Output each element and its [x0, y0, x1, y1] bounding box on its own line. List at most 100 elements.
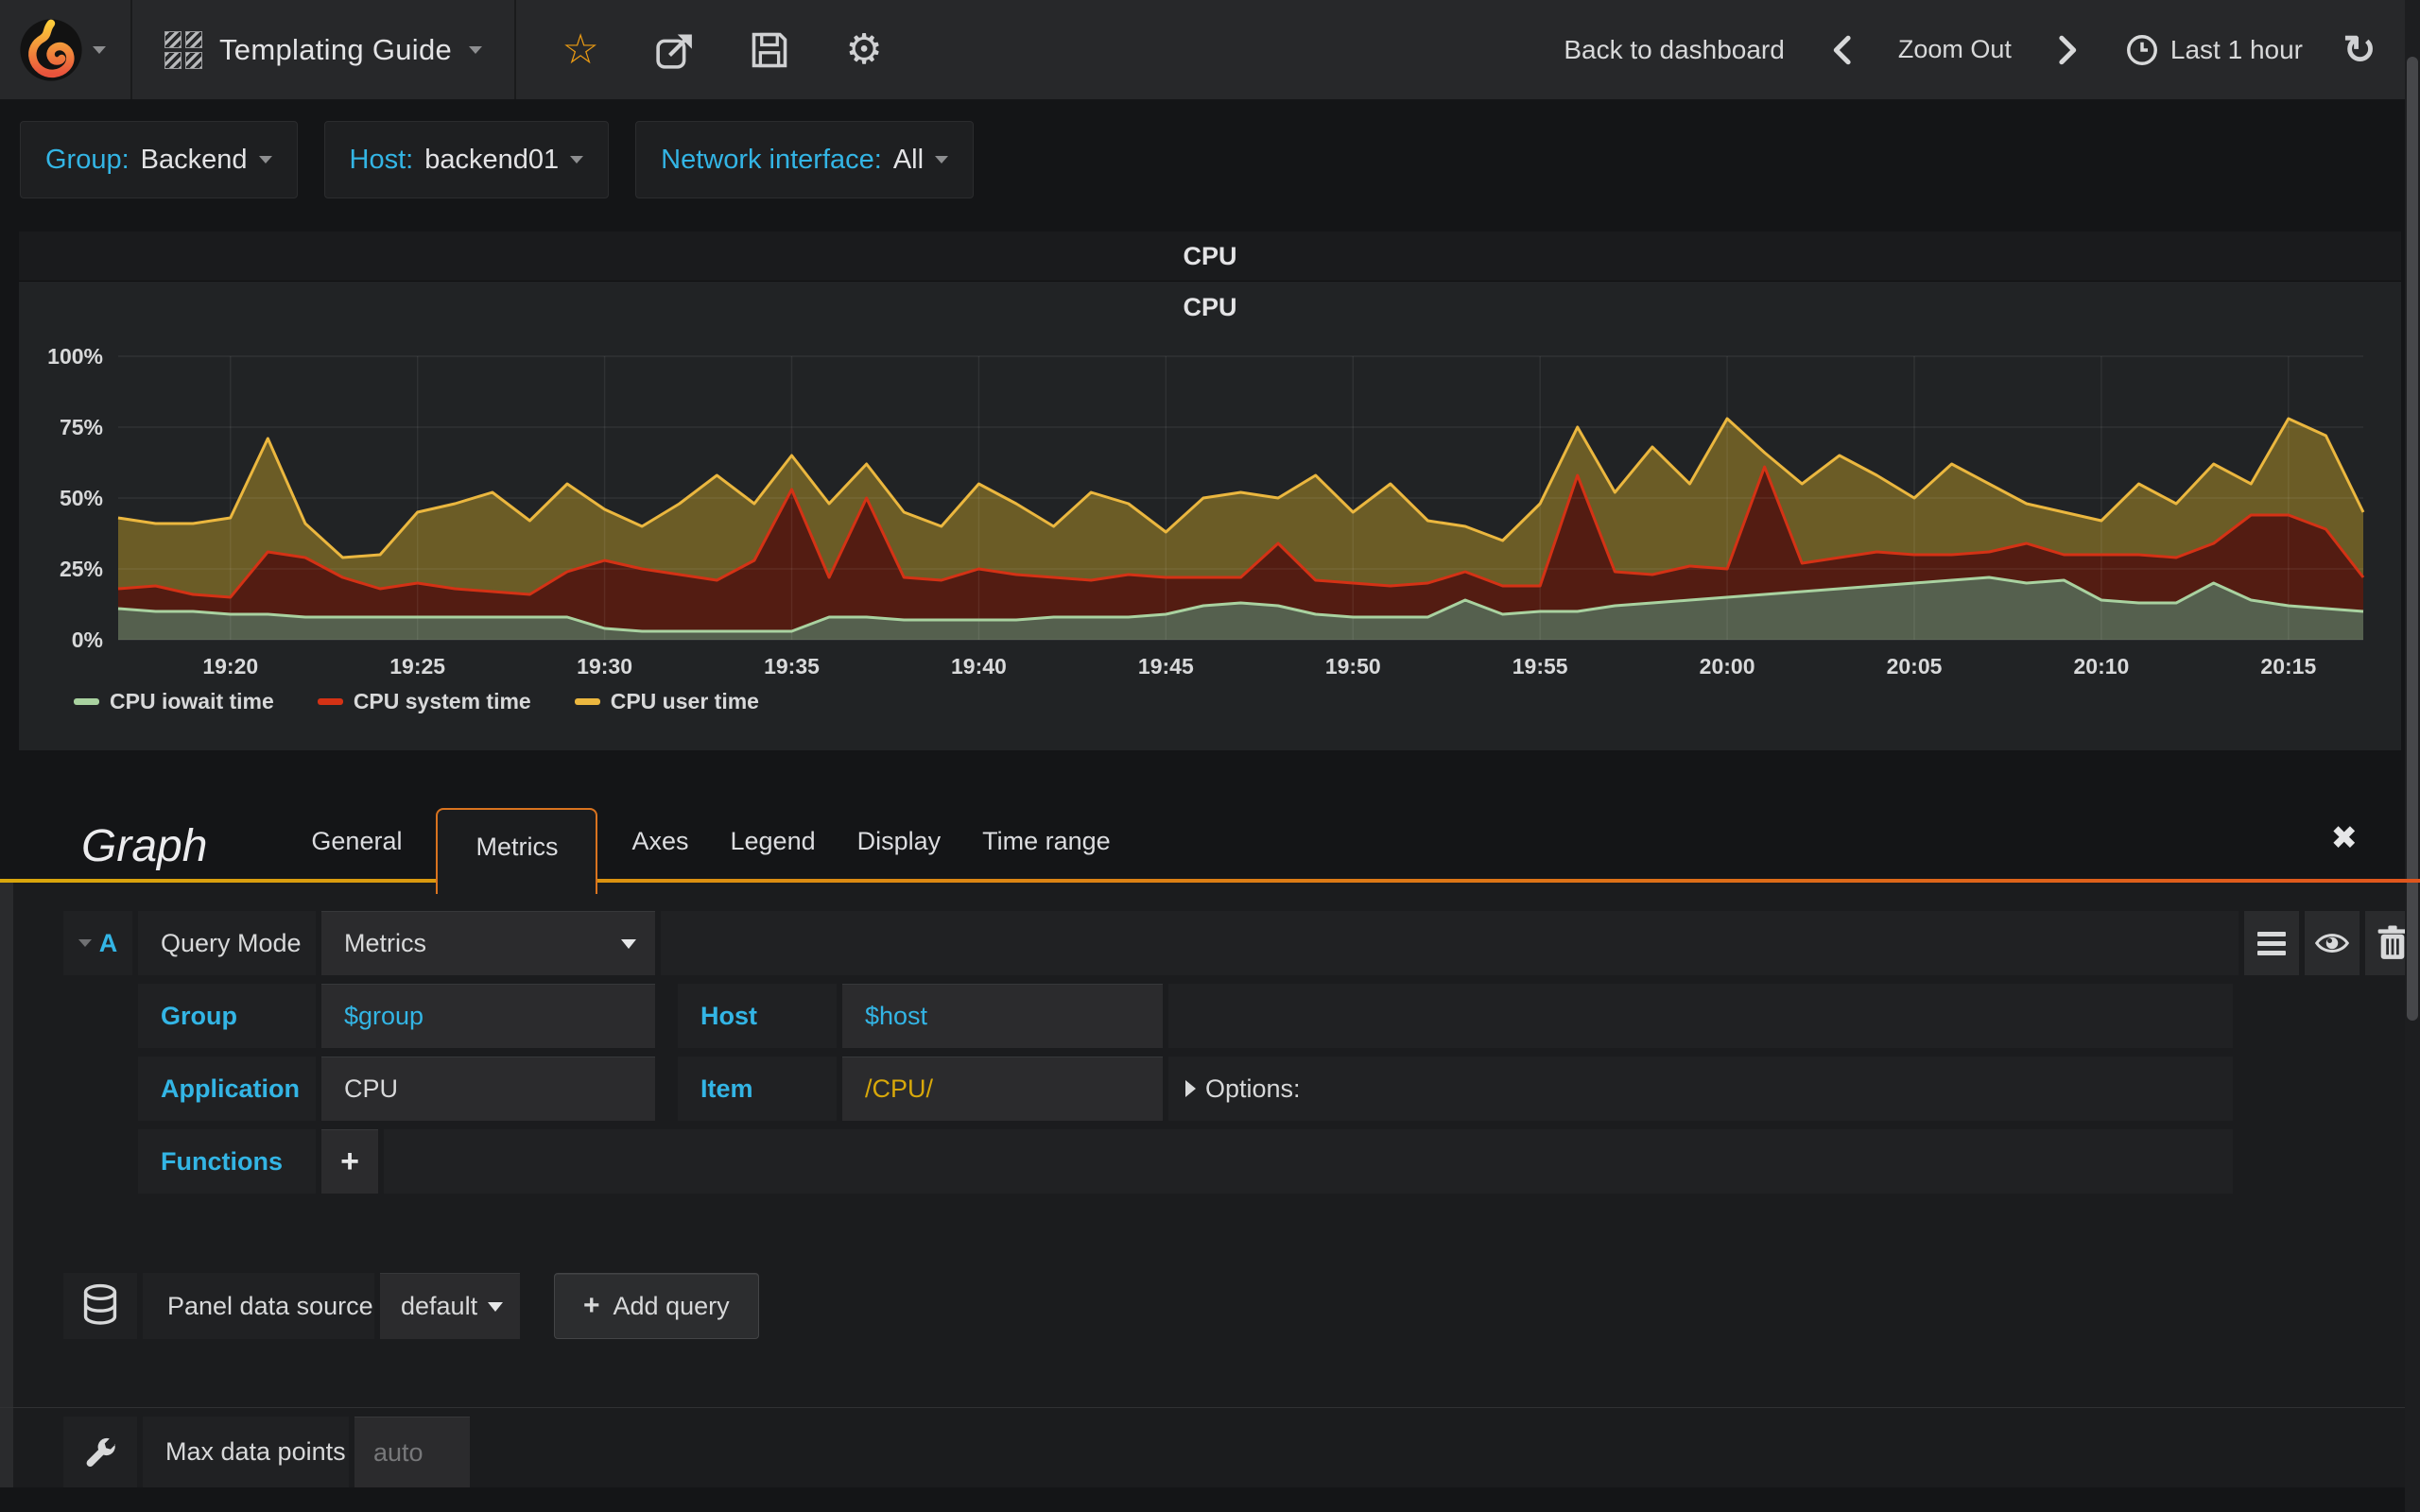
- plus-icon: +: [583, 1290, 600, 1321]
- svg-text:20:05: 20:05: [1887, 654, 1943, 679]
- row-gap: [661, 984, 672, 1048]
- svg-text:19:30: 19:30: [577, 654, 632, 679]
- host-input[interactable]: $host: [842, 984, 1163, 1048]
- svg-text:25%: 25%: [60, 557, 103, 581]
- svg-text:20:10: 20:10: [2074, 654, 2130, 679]
- time-range-label: Last 1 hour: [2169, 34, 2303, 64]
- series-name: CPU system time: [353, 689, 531, 713]
- chevron-down-icon: [621, 938, 636, 949]
- chevron-down-icon: [78, 939, 92, 947]
- variable-dropdown-host[interactable]: Host: backend01: [323, 121, 610, 198]
- variable-value: Backend: [140, 144, 248, 175]
- item-input[interactable]: /CPU/: [842, 1057, 1163, 1121]
- save-icon: [752, 32, 787, 67]
- row-gap: [661, 1057, 672, 1121]
- star-icon: ☆: [562, 26, 599, 73]
- dashboard-settings-button[interactable]: ⚙: [839, 0, 889, 99]
- metrics-tab-content: A Query Mode Metrics Group $group Host $…: [0, 883, 2420, 1487]
- scrollbar-thumb[interactable]: [2407, 57, 2418, 1021]
- star-dashboard-button[interactable]: ☆: [556, 0, 605, 99]
- max-data-points-label: Max data points: [143, 1417, 349, 1487]
- application-input[interactable]: CPU: [321, 1057, 655, 1121]
- time-range-picker[interactable]: Last 1 hour: [2125, 33, 2303, 67]
- datasource-select[interactable]: default: [380, 1273, 520, 1339]
- svg-text:50%: 50%: [60, 486, 103, 510]
- dashboard-title-dropdown[interactable]: Templating Guide: [132, 0, 517, 99]
- chevron-right-icon: [2059, 35, 2077, 64]
- refresh-icon: ↻: [2342, 26, 2377, 72]
- svg-text:100%: 100%: [47, 344, 103, 369]
- tab-general[interactable]: General: [290, 827, 423, 883]
- panel-body: CPU 0% 25% 50% 75% 100% 19:20 19:25 19:30 19:35 1…: [19, 281, 2401, 750]
- share-dashboard-button[interactable]: [650, 0, 700, 99]
- editor-panel-type-title: Graph: [81, 821, 208, 871]
- refresh-button[interactable]: ↻: [2335, 26, 2384, 72]
- chevron-left-icon: [1833, 35, 1851, 64]
- chevron-down-icon: [488, 1301, 503, 1312]
- back-to-dashboard-button[interactable]: Back to dashboard: [1564, 35, 1785, 65]
- close-editor-button[interactable]: ✖: [2331, 822, 2359, 854]
- grafana-logo-icon: [20, 18, 82, 81]
- add-function-button[interactable]: +: [321, 1129, 378, 1194]
- gear-icon: ⚙: [845, 26, 883, 73]
- cpu-chart[interactable]: 0% 25% 50% 75% 100% 19:20 19:25 19:30 19:35 19:40…: [28, 343, 2392, 681]
- time-shift-back-button[interactable]: [1817, 34, 1866, 66]
- options-toggle[interactable]: Options:: [1168, 1074, 1301, 1104]
- row-indent: [63, 1129, 132, 1194]
- variable-value: All: [892, 144, 925, 175]
- query-row-filler: [384, 1129, 2233, 1194]
- host-label: Host: [678, 984, 837, 1048]
- variable-label: Group:: [45, 144, 130, 175]
- datasource-icon-cell: [63, 1273, 137, 1339]
- variable-dropdown-network-interface[interactable]: Network interface: All: [635, 121, 975, 198]
- svg-text:19:50: 19:50: [1325, 654, 1381, 679]
- add-query-button[interactable]: + Add query: [554, 1273, 759, 1339]
- panel-title-text: CPU: [1183, 241, 1237, 270]
- query-menu-button[interactable]: [2244, 911, 2299, 975]
- item-label: Item: [678, 1057, 837, 1121]
- clock-icon: [2126, 34, 2157, 65]
- legend-item[interactable]: CPU system time: [317, 689, 531, 714]
- query-toggle-visibility-button[interactable]: [2305, 911, 2360, 975]
- tab-legend[interactable]: Legend: [710, 827, 837, 883]
- max-data-points-input[interactable]: [354, 1417, 470, 1487]
- zoom-out-button[interactable]: Zoom Out: [1898, 35, 2012, 64]
- page-scrollbar[interactable]: [2405, 0, 2420, 1512]
- datasource-value: default: [401, 1292, 478, 1320]
- cpu-panel: CPU CPU 0% 25% 50% 75% 100% 19:20 19:25 19:30 19…: [19, 232, 2401, 750]
- eye-icon: [2314, 934, 2350, 953]
- variable-dropdown-group[interactable]: Group: Backend: [20, 121, 298, 198]
- legend-item[interactable]: CPU iowait time: [74, 689, 274, 714]
- group-input[interactable]: $group: [321, 984, 655, 1048]
- panel-title[interactable]: CPU: [19, 232, 2401, 281]
- dashboard-grid-icon: [164, 30, 202, 69]
- variable-value: backend01: [424, 144, 560, 175]
- series-name: CPU user time: [610, 689, 759, 713]
- svg-text:75%: 75%: [60, 415, 103, 439]
- application-label: Application: [138, 1057, 316, 1121]
- tab-metrics[interactable]: Metrics: [436, 808, 598, 894]
- navbar-right: Back to dashboard Zoom Out Last 1 hour ↻: [1564, 26, 2420, 72]
- query-collapse-toggle[interactable]: A: [63, 911, 132, 975]
- plus-icon: +: [340, 1143, 359, 1179]
- grafana-menu-button[interactable]: [0, 0, 132, 99]
- query-mode-value: Metrics: [344, 929, 426, 957]
- svg-text:19:20: 19:20: [202, 654, 258, 679]
- time-shift-forward-button[interactable]: [2044, 34, 2093, 66]
- svg-text:19:35: 19:35: [764, 654, 820, 679]
- panel-editor: Graph General Metrics Axes Legend Displa…: [0, 795, 2420, 1487]
- options-label: Options:: [1205, 1074, 1301, 1103]
- save-dashboard-button[interactable]: [745, 0, 794, 99]
- chevron-down-icon: [570, 156, 584, 163]
- section-divider: [0, 1407, 2420, 1408]
- tab-display[interactable]: Display: [837, 827, 962, 883]
- legend-item[interactable]: CPU user time: [574, 689, 759, 714]
- dashboard-actions: ☆ ⚙: [516, 0, 898, 99]
- database-icon: [83, 1283, 117, 1325]
- svg-text:19:40: 19:40: [951, 654, 1007, 679]
- editor-tabs-row: Graph General Metrics Axes Legend Displa…: [0, 795, 2420, 894]
- dashboard-title: Templating Guide: [219, 32, 453, 66]
- query-mode-select[interactable]: Metrics: [321, 911, 655, 975]
- tab-axes[interactable]: Axes: [611, 827, 709, 883]
- tab-time-range[interactable]: Time range: [961, 827, 1132, 883]
